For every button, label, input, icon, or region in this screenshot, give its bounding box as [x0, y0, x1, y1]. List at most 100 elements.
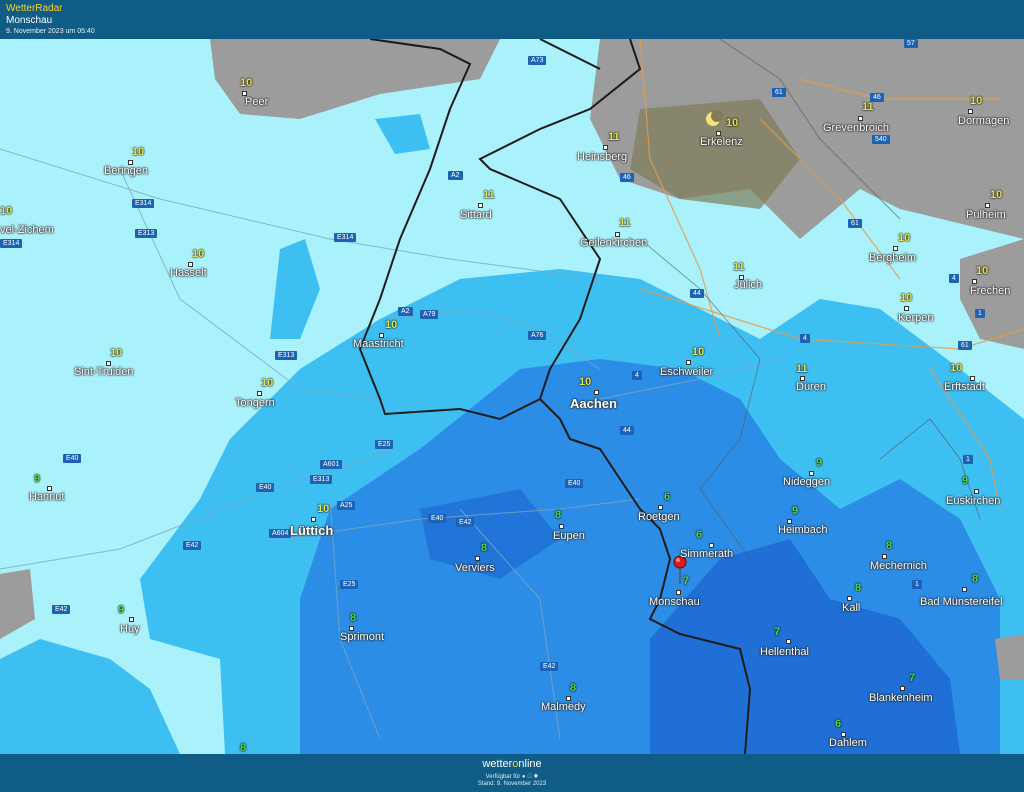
city-label-hellenthal[interactable]: Hellenthal — [760, 646, 809, 658]
availability-line: Verfügbar für ●  ✹ — [0, 773, 1024, 780]
city-label-frechen[interactable]: Frechen — [970, 285, 1010, 297]
city-label-simmerath[interactable]: Simmerath — [680, 548, 733, 560]
city-label-beringen[interactable]: Beringen — [104, 165, 148, 177]
road-label: A2 — [398, 307, 413, 316]
temp-value-malmedy: 8 — [570, 682, 577, 694]
city-label-dahlem[interactable]: Dahlem — [829, 737, 867, 749]
web-icon[interactable]: ✹ — [533, 774, 538, 780]
city-label-heinsberg[interactable]: Heinsberg — [577, 151, 627, 163]
city-label-peer[interactable]: Peer — [245, 96, 268, 108]
city-label-dueren[interactable]: Düren — [796, 381, 826, 393]
road-label: E40 — [565, 479, 584, 488]
city-label-hannut[interactable]: Hannut — [29, 491, 64, 503]
road-label: 540 — [872, 135, 890, 144]
city-label-sprimont[interactable]: Sprimont — [340, 631, 384, 643]
city-label-huy[interactable]: Huy — [120, 623, 140, 635]
location-name: Monschau — [6, 15, 53, 26]
temp-value-grevenbroich: 11 — [862, 101, 874, 113]
city-label-monschau[interactable]: Monschau — [649, 596, 700, 608]
road-label: E40 — [63, 454, 82, 463]
temp-value-dahlem: 6 — [835, 718, 842, 730]
road-label: 1 — [963, 455, 973, 464]
city-label-heimbach[interactable]: Heimbach — [778, 524, 828, 536]
road-label: 61 — [772, 88, 786, 97]
road-label: A76 — [528, 331, 547, 340]
temp-value-sittard: 11 — [483, 189, 495, 201]
precip-small-patch — [375, 114, 430, 154]
apple-icon[interactable]:  — [527, 774, 532, 780]
city-label-maastricht[interactable]: Maastricht — [353, 338, 404, 350]
temp-value-sint-truiden: 10 — [110, 347, 123, 359]
city-label-dormagen[interactable]: Dormagen — [958, 115, 1009, 127]
temp-value-kerpen: 10 — [900, 292, 913, 304]
brand-title[interactable]: WetterRadar — [6, 3, 63, 14]
city-label-roetgen[interactable]: Roetgen — [638, 511, 680, 523]
road-label: 46 — [620, 173, 634, 182]
city-label-blankenheim[interactable]: Blankenheim — [869, 692, 933, 704]
city-dot — [257, 391, 262, 396]
wetteronline-logo[interactable]: wetteronline — [0, 758, 1024, 770]
city-dot — [475, 556, 480, 561]
road-label: 1 — [912, 580, 922, 589]
radar-map[interactable]: A73 A2 E314 E313 E314 E314 A2 A79 A76 E3… — [0, 39, 1024, 754]
city-dot — [129, 617, 134, 622]
app-header: WetterRadar Monschau 9. November 2023 um… — [0, 0, 1024, 39]
temp-value-euskirchen: 9 — [962, 475, 969, 487]
city-label-malmedy[interactable]: Malmedy — [541, 701, 586, 713]
road-label: E313 — [275, 351, 298, 360]
city-dot — [972, 279, 977, 284]
temp-value-tongern: 10 — [261, 377, 274, 389]
temp-value-hellenthal: 7 — [774, 626, 781, 638]
temp-value-luettich: 10 — [317, 503, 330, 515]
temp-value-huy: 9 — [118, 604, 125, 616]
temp-value-maastricht: 10 — [385, 319, 398, 331]
city-label-eupen[interactable]: Eupen — [553, 530, 585, 542]
city-dot — [904, 306, 909, 311]
temp-value-geilenkirchen: 11 — [619, 217, 631, 229]
city-label-verviers[interactable]: Verviers — [455, 562, 495, 574]
city-label-erftstadt[interactable]: Erftstadt — [944, 381, 985, 393]
city-label-zichem[interactable]: vel-Zichem — [0, 224, 54, 236]
city-dot — [478, 203, 483, 208]
city-label-luettich[interactable]: Lüttich — [290, 523, 333, 538]
temp-value-nideggen: 9 — [816, 457, 823, 469]
city-label-tongern[interactable]: Tongern — [235, 397, 275, 409]
city-label-mechernich[interactable]: Mechernich — [870, 560, 927, 572]
road-label: 57 — [904, 39, 918, 48]
city-label-sittard[interactable]: Sittard — [460, 209, 492, 221]
temp-value-zichem: 10 — [0, 205, 13, 217]
city-dot — [676, 590, 681, 595]
city-dot — [968, 109, 973, 114]
city-label-euskirchen[interactable]: Euskirchen — [946, 495, 1000, 507]
city-dot — [882, 554, 887, 559]
city-label-sint-truiden[interactable]: Sint-Truiden — [74, 366, 134, 378]
city-label-bad-muenstereifel[interactable]: Bad Münstereifel — [920, 596, 1003, 608]
city-label-bergheim[interactable]: Bergheim — [869, 252, 916, 264]
road-label: E313 — [135, 229, 158, 238]
road-label: E42 — [456, 518, 475, 527]
radar-timestamp: 9. November 2023 um 05:40 — [6, 28, 95, 35]
temp-value-bad-muenstereifel: 8 — [972, 573, 979, 585]
city-label-nideggen[interactable]: Nideggen — [783, 476, 830, 488]
city-label-aachen[interactable]: Aachen — [570, 396, 617, 411]
logo-part-a: wetter — [482, 758, 513, 770]
road-label: 44 — [620, 426, 634, 435]
city-label-geilenkirchen[interactable]: Geilenkirchen — [580, 237, 647, 249]
road-label: A25 — [337, 501, 356, 510]
city-label-grevenbroich[interactable]: Grevenbroich — [823, 122, 889, 134]
temp-value-kall: 8 — [855, 582, 862, 594]
city-label-erkelenz[interactable]: Erkelenz — [700, 136, 743, 148]
road-label: E42 — [183, 541, 202, 550]
city-label-pulheim[interactable]: Pulheim — [966, 209, 1006, 221]
city-label-eschweiler[interactable]: Eschweiler — [660, 366, 713, 378]
city-label-kerpen[interactable]: Kerpen — [898, 312, 933, 324]
map-layers — [0, 39, 1024, 754]
road-label: A79 — [420, 310, 439, 319]
temp-value-erftstadt: 10 — [950, 362, 963, 374]
android-icon[interactable]: ● — [522, 774, 526, 780]
city-label-hasselt[interactable]: Hasselt — [170, 267, 207, 279]
city-label-kall[interactable]: Kall — [842, 602, 860, 614]
city-label-juelich[interactable]: Jülich — [734, 279, 762, 291]
temp-value-aachen: 10 — [579, 376, 592, 388]
temp-value-peer: 10 — [240, 77, 253, 89]
